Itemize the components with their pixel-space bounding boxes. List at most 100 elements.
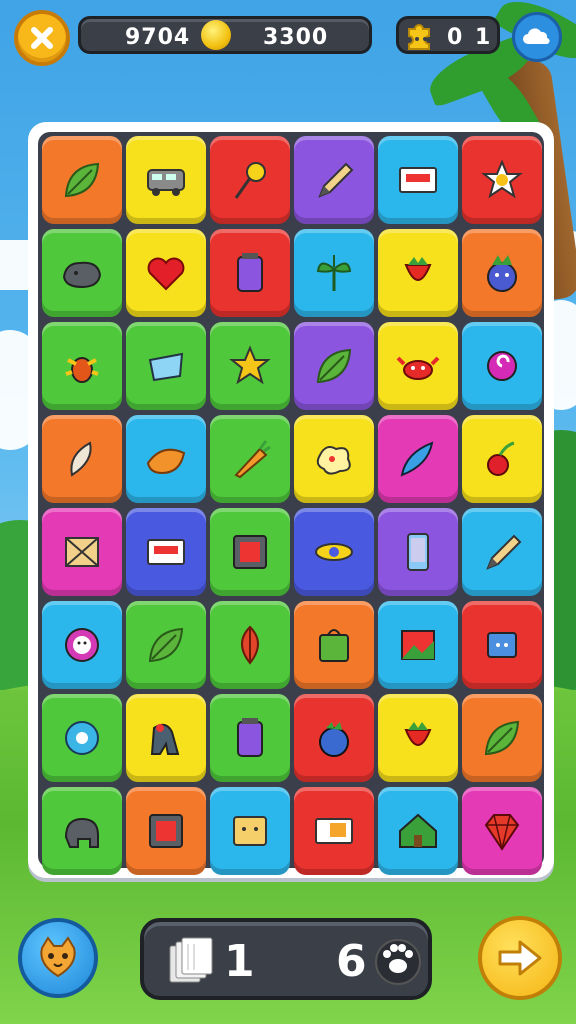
rock-icon [62,261,102,289]
jar-icon [237,718,263,757]
score-value: 9704 [125,25,191,50]
pencil-icon [318,162,354,198]
star-flower-icon [481,159,523,199]
tile[interactable] [294,601,374,689]
red-leaf-icon [241,625,259,665]
gem-count-b: 1 [475,25,491,50]
tile[interactable] [378,136,458,224]
tile[interactable] [126,415,206,503]
tile[interactable] [378,508,458,596]
feather-icon [70,441,92,477]
tile[interactable] [378,229,458,317]
puzzle-piece-icon [408,24,430,50]
tile[interactable] [462,229,542,317]
card-icon [399,167,437,193]
ticket-icon [315,818,353,844]
card-icon [147,539,185,565]
gem-bar: 0 1 [396,16,500,54]
tile[interactable] [126,508,206,596]
creature-icon [150,723,180,755]
tile[interactable] [42,694,122,782]
cherry-icon [487,441,515,476]
tile[interactable] [378,415,458,503]
board-inner [38,132,544,875]
tile[interactable] [126,694,206,782]
paw-count: 6 [336,936,367,987]
tile[interactable] [378,601,458,689]
tile-grid [42,136,542,875]
tile[interactable] [210,415,290,503]
house-icon [399,813,437,848]
arrow-right-icon [498,940,542,976]
tile[interactable] [462,601,542,689]
score-bar: 9704 3300 [78,16,372,54]
tile[interactable] [462,322,542,410]
tile[interactable] [294,322,374,410]
bag-icon [319,629,349,662]
tile[interactable] [378,322,458,410]
strawberry-icon [404,257,432,281]
pet-button[interactable] [18,918,98,998]
bug-icon [65,357,99,383]
tile[interactable] [210,322,290,410]
splat-icon [316,446,351,475]
swirl-icon [487,351,517,381]
blueberry-icon [319,722,349,757]
coin-icon [201,20,231,50]
tile[interactable] [462,508,542,596]
tile[interactable] [294,415,374,503]
tile[interactable] [462,415,542,503]
frame-icon [233,535,267,569]
tile[interactable] [294,787,374,875]
tile[interactable] [210,229,290,317]
tile[interactable] [462,694,542,782]
gem-icon [484,814,520,851]
leaf-icon [148,627,184,663]
tile[interactable] [126,322,206,410]
leaf-icon [316,348,352,384]
tile[interactable] [42,415,122,503]
tile[interactable] [126,136,206,224]
tile[interactable] [294,694,374,782]
planet-icon [315,543,353,561]
fish-icon [400,441,434,477]
play-button[interactable] [478,916,562,1000]
cloud-button[interactable] [512,12,562,62]
tile[interactable] [126,787,206,875]
tile[interactable] [42,136,122,224]
tile[interactable] [126,229,206,317]
cat-face-icon [40,936,76,978]
tile[interactable] [294,508,374,596]
tile[interactable] [126,601,206,689]
strawberry-icon [404,722,432,746]
leaf-icon [64,162,100,198]
moves-bar: 1 6 [140,918,432,1000]
tile[interactable] [42,601,122,689]
leaf-icon [484,720,520,756]
carrot-icon [234,440,271,479]
tile[interactable] [294,136,374,224]
tile[interactable] [42,229,122,317]
picture-icon [401,630,435,660]
tile[interactable] [210,136,290,224]
tile[interactable] [42,787,122,875]
tile[interactable] [42,322,122,410]
tile[interactable] [378,694,458,782]
tile[interactable] [210,508,290,596]
tile[interactable] [294,229,374,317]
close-button[interactable] [14,10,70,66]
tile[interactable] [378,787,458,875]
tile[interactable] [210,787,290,875]
star-creature-icon [229,345,271,385]
tile[interactable] [462,787,542,875]
tile[interactable] [42,508,122,596]
heart-icon [147,257,185,291]
cards-icon [169,937,213,983]
paw-icon [375,939,421,985]
tile[interactable] [462,136,542,224]
envelope-icon [65,537,99,567]
tile[interactable] [210,694,290,782]
crab-icon [396,356,440,380]
tile[interactable] [210,601,290,689]
pencil-icon [486,534,522,570]
